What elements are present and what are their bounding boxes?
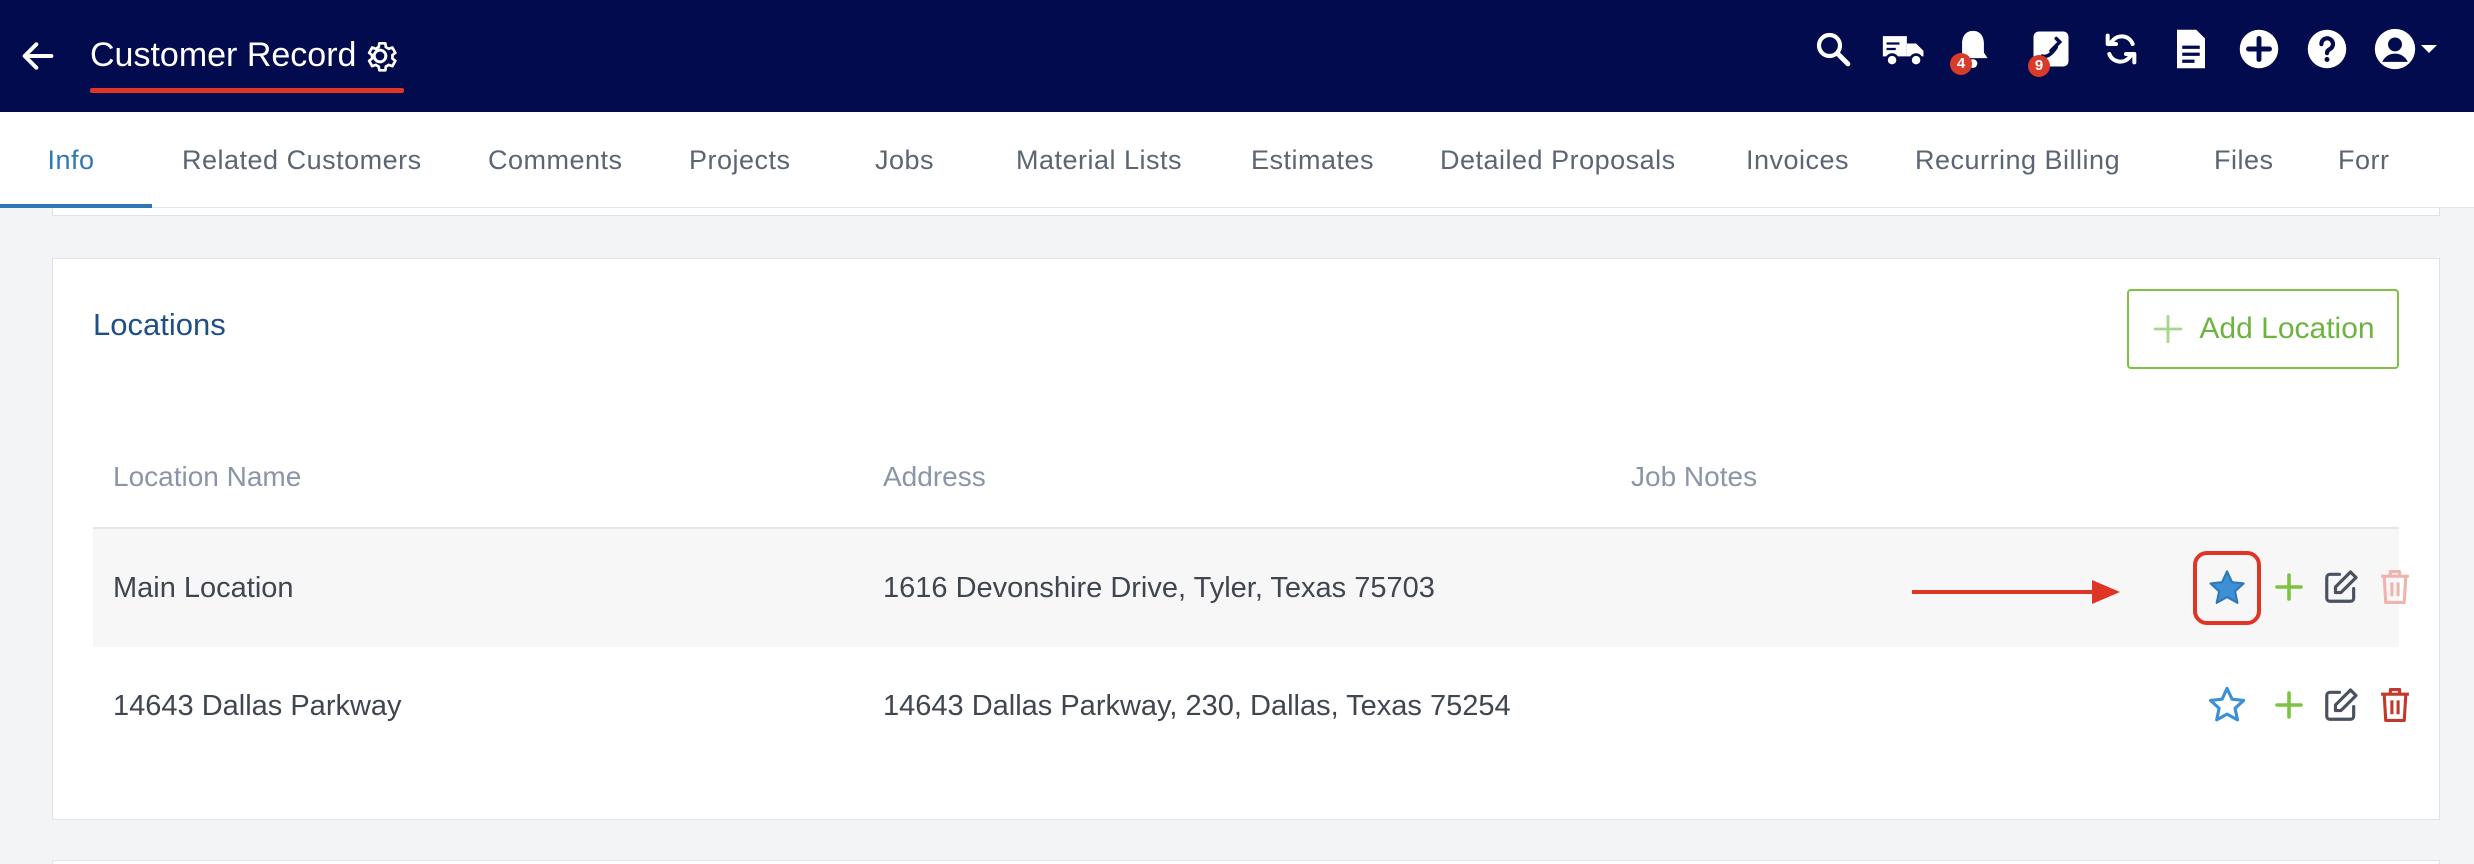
tab-invoices[interactable]: Invoices (1746, 112, 1849, 207)
tab-estimates[interactable]: Estimates (1251, 112, 1374, 207)
annotation-arrow-icon (1912, 580, 2120, 604)
tab-info[interactable]: Info (0, 112, 142, 207)
add-icon[interactable] (2261, 677, 2317, 733)
location-name: Main Location (113, 572, 294, 604)
tab-material-lists[interactable]: Material Lists (1016, 112, 1182, 207)
previous-card-edge (52, 208, 2440, 216)
tab-jobs[interactable]: Jobs (875, 112, 934, 207)
help-icon[interactable] (2300, 22, 2354, 76)
tab-detailed-proposals[interactable]: Detailed Proposals (1440, 112, 1676, 207)
location-address: 1616 Devonshire Drive, Tyler, Texas 7570… (883, 572, 1435, 604)
chevron-down-icon[interactable] (2414, 22, 2444, 76)
tab-bar: Info Related Customers Comments Projects… (0, 112, 2474, 208)
tab-forms[interactable]: Forr (2338, 112, 2390, 207)
column-header-job-notes[interactable]: Job Notes (1631, 461, 1757, 493)
primary-star-icon[interactable] (2193, 551, 2261, 625)
page-title: Customer Record (90, 36, 357, 74)
tab-recurring-billing[interactable]: Recurring Billing (1915, 112, 2120, 207)
add-location-label: Add Location (2199, 312, 2375, 345)
top-header: Customer Record 4 9 (0, 0, 2474, 112)
plus-icon (2154, 314, 2183, 344)
next-card-edge (52, 860, 2440, 864)
table-row: 14643 Dallas Parkway 14643 Dallas Parkwa… (93, 647, 2409, 765)
tab-projects[interactable]: Projects (689, 112, 791, 207)
add-location-button[interactable]: Add Location (2127, 289, 2399, 369)
add-icon[interactable] (2261, 559, 2317, 615)
column-header-location-name[interactable]: Location Name (113, 461, 301, 493)
notifications-badge: 4 (1950, 53, 1972, 75)
gear-icon[interactable] (356, 32, 404, 80)
delete-icon[interactable] (2367, 559, 2423, 615)
tab-comments[interactable]: Comments (488, 112, 623, 207)
search-icon[interactable] (1806, 22, 1860, 76)
delivery-truck-icon[interactable] (1878, 22, 1932, 76)
edit-icon[interactable] (2313, 677, 2369, 733)
back-arrow-icon[interactable] (14, 32, 62, 80)
plus-circle-icon[interactable] (2232, 22, 2286, 76)
messages-badge: 9 (2028, 55, 2050, 77)
delete-icon[interactable] (2367, 677, 2423, 733)
section-title: Locations (93, 307, 226, 342)
document-icon[interactable] (2164, 22, 2218, 76)
column-header-address[interactable]: Address (883, 461, 986, 493)
sync-icon[interactable] (2094, 22, 2148, 76)
tab-files[interactable]: Files (2214, 112, 2274, 207)
edit-icon[interactable] (2313, 559, 2369, 615)
title-underline (90, 88, 404, 93)
set-primary-star-icon[interactable] (2199, 677, 2255, 733)
location-name: 14643 Dallas Parkway (113, 690, 402, 722)
tab-related-customers[interactable]: Related Customers (182, 112, 422, 207)
location-address: 14643 Dallas Parkway, 230, Dallas, Texas… (883, 690, 1511, 722)
locations-card: Locations Add Location Location Name Add… (52, 258, 2440, 820)
